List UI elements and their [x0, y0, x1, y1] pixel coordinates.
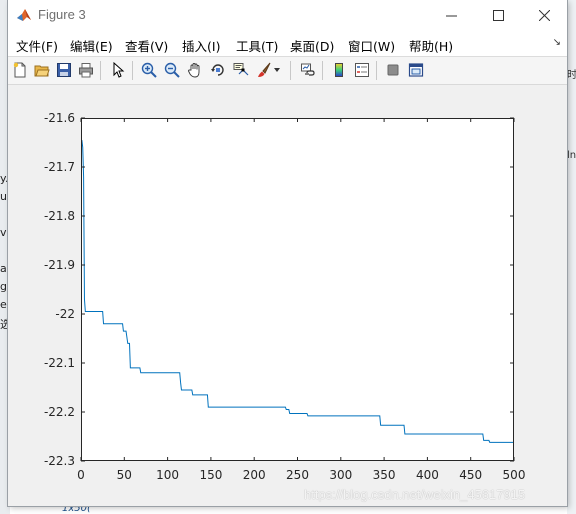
- y-tick-label: -22.2: [44, 405, 75, 419]
- menu-window[interactable]: 窗口(W): [348, 36, 395, 55]
- y-tick-label: -21.6: [44, 111, 75, 125]
- x-tick-label: 450: [459, 468, 482, 482]
- minimize-button[interactable]: [428, 0, 474, 30]
- title-bar[interactable]: Figure 3: [8, 0, 567, 30]
- figure-window: Figure 3 文件(F) 编辑(E) 查看(V) 插入(I) 工具(T) 桌…: [8, 0, 567, 506]
- background-window-right: 时 ln: [567, 0, 576, 514]
- brush-icon[interactable]: [254, 60, 274, 80]
- toolbar-separator: [376, 61, 377, 80]
- axes-background: [81, 118, 514, 461]
- close-button[interactable]: [521, 0, 567, 30]
- zoom-out-icon[interactable]: [162, 60, 182, 80]
- colorbar-icon[interactable]: [329, 60, 349, 80]
- data-cursor-icon[interactable]: [231, 60, 251, 80]
- new-figure-icon[interactable]: [10, 60, 30, 80]
- menu-tools[interactable]: 工具(T): [236, 36, 278, 55]
- x-tick-label: 0: [77, 468, 85, 482]
- zoom-in-icon[interactable]: [139, 60, 159, 80]
- background-text: e: [0, 298, 7, 311]
- x-tick-label: 500: [503, 468, 526, 482]
- y-tick-label: -22: [55, 307, 75, 321]
- y-tick-label: -21.7: [44, 160, 75, 174]
- maximize-button[interactable]: [475, 0, 521, 30]
- menu-insert[interactable]: 插入(I): [182, 36, 220, 55]
- y-tick-label: -22.3: [44, 454, 75, 468]
- y-tick-label: -21.9: [44, 258, 75, 272]
- save-icon[interactable]: [54, 60, 74, 80]
- watermark-text: https://blog.csdn.net/weixin_45617915: [304, 487, 526, 502]
- figure-toolbar: [8, 57, 567, 85]
- y-tick-label: -21.8: [44, 209, 75, 223]
- hide-plot-tools-icon[interactable]: [383, 60, 403, 80]
- line-plot[interactable]: 0 50 100 150 200 250 300 350 400 450 500 -21.6 -21.7…: [8, 85, 567, 506]
- menu-view[interactable]: 查看(V): [125, 36, 168, 55]
- matlab-logo-icon: [17, 9, 31, 21]
- close-icon: [538, 9, 550, 21]
- open-file-icon[interactable]: [32, 60, 52, 80]
- menu-file[interactable]: 文件(F): [16, 36, 58, 55]
- y-tick-label: -22.1: [44, 356, 75, 370]
- legend-icon[interactable]: [352, 60, 372, 80]
- background-text: 时: [567, 70, 576, 81]
- background-text: v: [0, 226, 7, 239]
- menu-help[interactable]: 帮助(H): [409, 36, 453, 55]
- menu-edit[interactable]: 编辑(E): [70, 36, 113, 55]
- x-tick-label: 50: [117, 468, 132, 482]
- x-tick-label: 300: [329, 468, 352, 482]
- show-plot-tools-icon[interactable]: [406, 60, 426, 80]
- brush-dropdown-icon[interactable]: [272, 60, 282, 80]
- toolbar-separator: [290, 61, 291, 80]
- x-tick-label: 250: [286, 468, 309, 482]
- link-plot-icon[interactable]: [298, 60, 318, 80]
- window-title: Figure 3: [38, 7, 86, 22]
- x-tick-label: 150: [199, 468, 222, 482]
- dock-arrow-icon[interactable]: ↘: [553, 37, 561, 48]
- toolbar-separator: [322, 61, 323, 80]
- x-tick-label: 100: [156, 468, 179, 482]
- figure-canvas: 0 50 100 150 200 250 300 350 400 450 500 -21.6 -21.7…: [8, 85, 567, 506]
- menu-bar: 文件(F) 编辑(E) 查看(V) 插入(I) 工具(T) 桌面(D) 窗口(W…: [8, 30, 567, 57]
- rotate-3d-icon[interactable]: [208, 60, 228, 80]
- minimize-icon: [445, 15, 457, 16]
- pan-hand-icon[interactable]: [185, 60, 205, 80]
- x-tick-label: 400: [416, 468, 439, 482]
- x-tick-label: 350: [373, 468, 396, 482]
- toolbar-separator: [100, 61, 101, 80]
- menu-desktop[interactable]: 桌面(D): [290, 36, 334, 55]
- print-icon[interactable]: [76, 60, 96, 80]
- edit-plot-arrow-icon[interactable]: [108, 60, 128, 80]
- background-text: ln: [567, 150, 576, 161]
- x-tick-label: 200: [243, 468, 266, 482]
- toolbar-separator: [132, 61, 133, 80]
- maximize-icon: [492, 9, 504, 21]
